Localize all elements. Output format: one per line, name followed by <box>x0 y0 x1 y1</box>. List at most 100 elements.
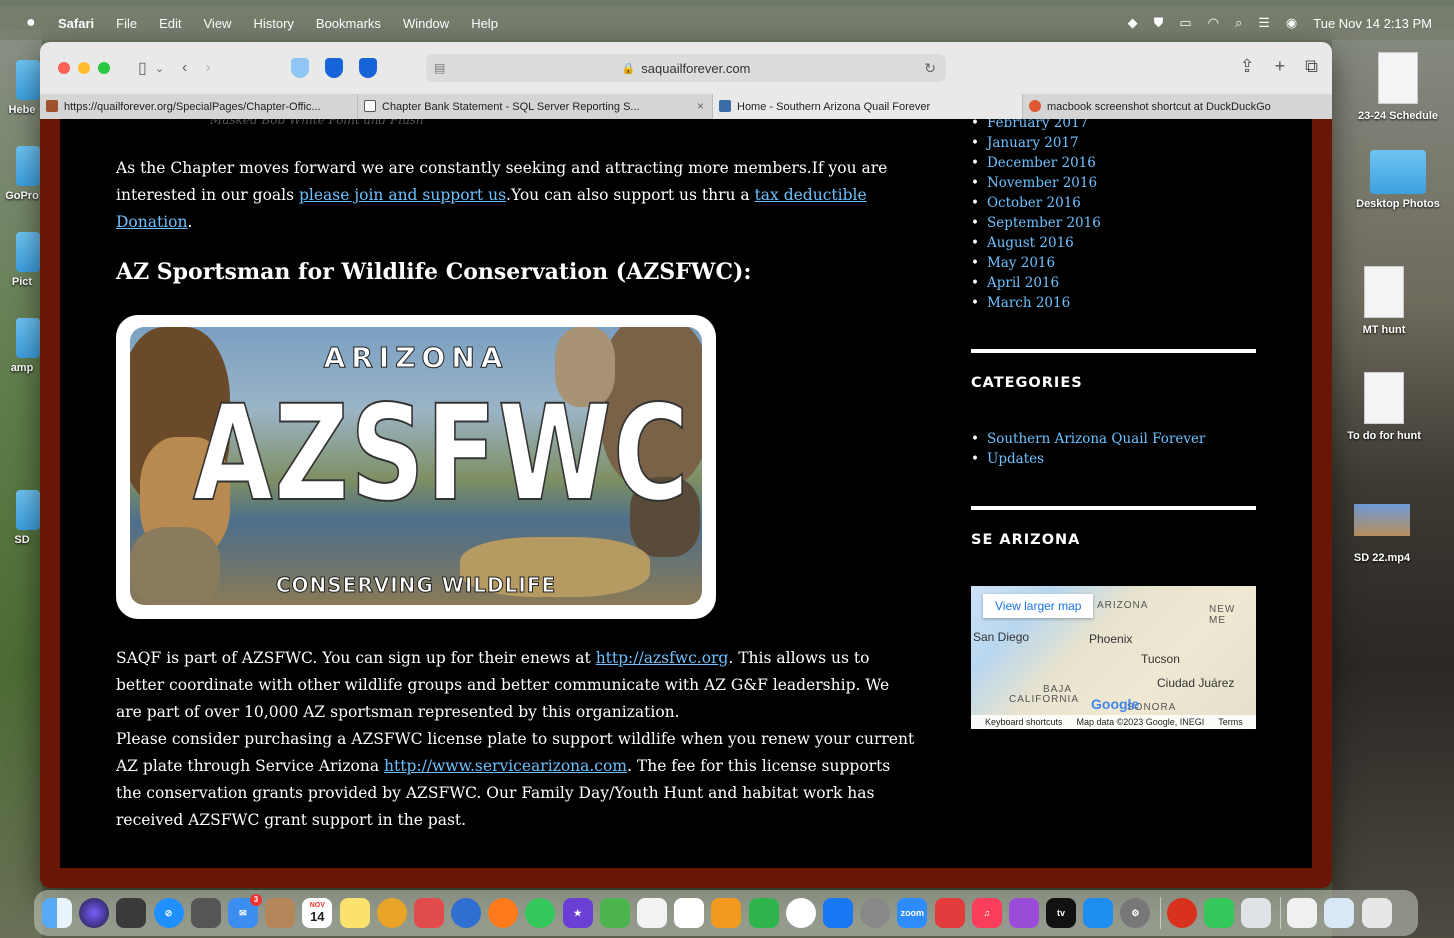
archive-link[interactable]: May 2016 <box>971 253 1101 273</box>
menu-clock[interactable]: Tue Nov 14 2:13 PM <box>1313 16 1432 31</box>
address-bar[interactable]: ▤ 🔒 saquailforever.com ↻ <box>426 54 946 82</box>
video-pro-icon[interactable] <box>860 898 891 928</box>
facetime-icon[interactable] <box>1203 898 1234 928</box>
zoom-window-button[interactable] <box>98 62 110 74</box>
apple-menu-icon[interactable]: ● <box>26 14 42 32</box>
desktop-file-mt-hunt[interactable]: MT hunt <box>1330 266 1438 336</box>
compass-app-icon[interactable] <box>376 898 407 928</box>
shield-extension-icon-2[interactable] <box>358 58 377 78</box>
desktop-file-todo[interactable]: To do for hunt <box>1330 372 1438 442</box>
menu-history[interactable]: History <box>253 16 293 31</box>
shield-extension-icon[interactable] <box>324 58 343 78</box>
news-icon[interactable] <box>934 898 965 928</box>
shield-status-icon[interactable]: ⛊ <box>1154 15 1164 31</box>
join-link[interactable]: please join and support us <box>299 186 506 204</box>
archive-link[interactable]: August 2016 <box>971 233 1101 253</box>
calendar-icon[interactable]: NOV 14 <box>302 898 333 928</box>
app-store-icon[interactable] <box>1083 898 1114 928</box>
category-link[interactable]: Southern Arizona Quail Forever <box>971 429 1205 449</box>
new-tab-icon[interactable]: + <box>1275 56 1286 77</box>
tab-quailforever[interactable]: https://quailforever.org/SpecialPages/Ch… <box>40 94 358 119</box>
archive-link[interactable]: January 2017 <box>971 133 1101 153</box>
archive-link[interactable]: December 2016 <box>971 153 1101 173</box>
wifi-icon[interactable]: ◠ <box>1208 15 1219 31</box>
tab-bank-statement[interactable]: Chapter Bank Statement - SQL Server Repo… <box>358 94 713 119</box>
launchpad-icon[interactable] <box>116 898 147 928</box>
preview-icon[interactable] <box>1241 898 1271 928</box>
keynote-icon[interactable] <box>822 898 853 928</box>
tab-overview-icon[interactable]: ⧉ <box>1305 56 1318 77</box>
tab-home-saqf[interactable]: Home - Southern Arizona Quail Forever <box>713 94 1023 119</box>
tab-duckduckgo[interactable]: macbook screenshot shortcut at DuckDuckG… <box>1023 94 1332 119</box>
trash-icon[interactable] <box>1361 898 1392 928</box>
spotlight-icon[interactable]: ⌕ <box>1235 15 1242 31</box>
maps-icon[interactable] <box>599 898 630 928</box>
siri-icon[interactable]: ◉ <box>1286 15 1297 31</box>
dropbox-icon[interactable]: ◆ <box>1128 15 1138 31</box>
chrome-icon[interactable] <box>785 898 816 928</box>
music-icon[interactable]: ♫ <box>971 898 1002 928</box>
menu-view[interactable]: View <box>204 16 232 31</box>
siri-app-icon[interactable] <box>79 898 110 928</box>
menu-bookmarks[interactable]: Bookmarks <box>316 16 381 31</box>
control-center-icon[interactable]: ☰ <box>1258 15 1270 31</box>
keyboard-shortcuts-link[interactable]: Keyboard shortcuts <box>985 717 1063 727</box>
firefox-icon[interactable] <box>488 898 519 928</box>
archive-link[interactable]: March 2016 <box>971 293 1101 313</box>
desktop-folder-gopro[interactable]: GoPro <box>4 146 40 202</box>
podcasts-icon[interactable] <box>1008 898 1039 928</box>
menu-edit[interactable]: Edit <box>159 16 181 31</box>
share-icon[interactable]: ⇪ <box>1240 56 1255 77</box>
embedded-map[interactable]: View larger map ARIZONA NEW ME San Diego… <box>971 586 1256 729</box>
close-window-button[interactable] <box>58 62 70 74</box>
finder-icon[interactable] <box>42 898 72 928</box>
apple-tv-icon[interactable]: tv <box>1046 898 1077 928</box>
menu-help[interactable]: Help <box>471 16 498 31</box>
minimize-window-button[interactable] <box>78 62 90 74</box>
brave-browser-icon[interactable] <box>1166 898 1197 928</box>
desktop-folder-pict[interactable]: Pict <box>4 232 40 288</box>
privacy-extension-icon[interactable] <box>290 58 309 78</box>
contacts-icon[interactable] <box>265 898 296 928</box>
archive-link[interactable]: April 2016 <box>971 273 1101 293</box>
azsfwc-link[interactable]: http://azsfwc.org <box>596 649 729 667</box>
zoom-icon[interactable]: zoom <box>897 898 928 928</box>
menu-window[interactable]: Window <box>403 16 449 31</box>
desktop-file-video[interactable]: SD 22.mp4 <box>1328 504 1436 564</box>
view-larger-map-link[interactable]: View larger map <box>983 594 1094 618</box>
vector-app-icon[interactable] <box>413 898 444 928</box>
mail-icon[interactable]: ✉ 3 <box>227 894 262 928</box>
category-link[interactable]: Updates <box>971 449 1205 469</box>
sidebar-toggle-icon[interactable]: ▯ <box>138 58 147 78</box>
desktop-folder-camp[interactable]: amp <box>4 318 40 374</box>
menu-app-name[interactable]: Safari <box>58 16 94 31</box>
desktop-file-schedule[interactable]: 23-24 Schedule <box>1344 52 1452 122</box>
reader-icon[interactable]: ▤ <box>434 61 445 75</box>
terms-link[interactable]: Terms <box>1218 717 1243 727</box>
forward-button[interactable]: › <box>205 59 210 77</box>
close-tab-icon[interactable]: × <box>697 99 704 113</box>
servicearizona-link[interactable]: http://www.servicearizona.com <box>384 757 627 775</box>
system-settings-icon[interactable]: ⚙ <box>1120 898 1151 928</box>
numbers-icon[interactable] <box>748 898 779 928</box>
reminders-icon[interactable] <box>637 898 667 928</box>
archive-link[interactable]: February 2017 <box>971 119 1101 133</box>
archive-link[interactable]: October 2016 <box>971 193 1101 213</box>
photos-icon[interactable] <box>674 898 705 928</box>
notes-icon[interactable] <box>339 898 370 928</box>
pages-icon[interactable] <box>711 898 742 928</box>
menu-file[interactable]: File <box>116 16 137 31</box>
desktop-folder-photos[interactable]: Desktop Photos <box>1344 150 1452 210</box>
desktop-folder-hebe[interactable]: Hebe <box>4 60 40 116</box>
chevron-down-icon[interactable]: ⌄ <box>155 62 164 75</box>
reload-icon[interactable]: ↻ <box>924 60 936 77</box>
star-app-icon[interactable]: ★ <box>562 898 593 928</box>
recent-document-icon[interactable] <box>1287 898 1318 928</box>
desktop-folder-sd[interactable]: SD <box>4 490 40 546</box>
globe-app-icon[interactable] <box>451 898 482 928</box>
messages-icon[interactable] <box>525 898 556 928</box>
downloads-stack-icon[interactable] <box>1324 898 1355 928</box>
archive-link[interactable]: November 2016 <box>971 173 1101 193</box>
back-button[interactable]: ‹ <box>182 59 187 77</box>
archive-link[interactable]: September 2016 <box>971 213 1101 233</box>
